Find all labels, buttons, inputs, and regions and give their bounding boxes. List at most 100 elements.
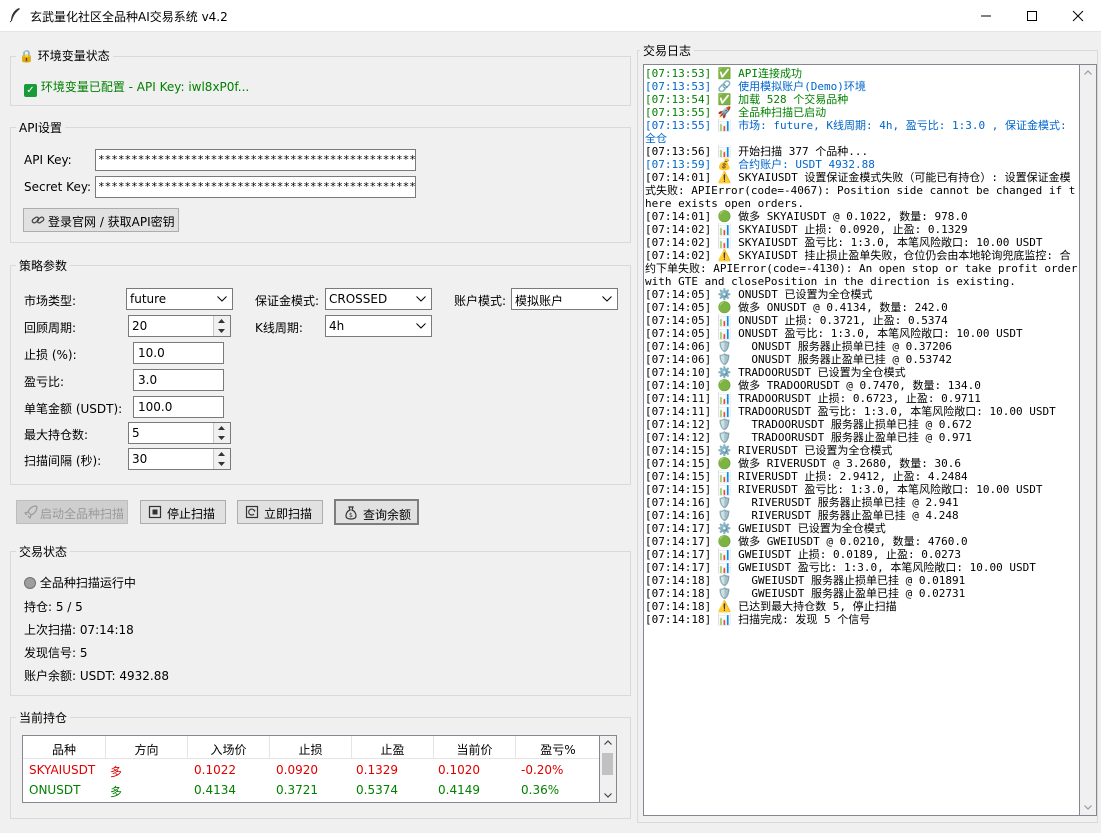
api-key-input[interactable]: ****************************************…: [95, 149, 416, 171]
column-header[interactable]: 当前价: [434, 736, 516, 759]
chevron-down-icon: [416, 323, 426, 329]
table-cell: 0.36%: [521, 783, 560, 797]
scroll-up-icon: [1084, 70, 1092, 75]
start-scan-button[interactable]: 启动全品种扫描: [16, 500, 128, 524]
scroll-down-icon: [604, 793, 612, 798]
log-line: [07:14:17] 📊 GWEIUSDT 止损: 0.0189, 止盈: 0.…: [645, 548, 961, 561]
log-line: [07:13:53] 🔗 使用模拟账户(Demo)环境: [645, 80, 866, 93]
log-line: [07:14:17] 🟢 做多 GWEIUSDT @ 0.0210, 数量: 4…: [645, 535, 968, 548]
max-positions-label: 最大持仓数:: [24, 428, 89, 442]
log-line: [07:14:16] 🛡️ RIVERUSDT 服务器止盈单已挂 @ 4.248: [645, 509, 959, 522]
column-header[interactable]: 止损: [270, 736, 352, 759]
margin-mode-label: 保证金模式:: [255, 294, 320, 308]
positions-scrollbar[interactable]: [600, 735, 617, 803]
svg-text:$: $: [349, 512, 353, 519]
login-site-button[interactable]: 登录官网 / 获取API密钥: [23, 208, 179, 232]
log-line: [07:14:02] 📊 SKYAIUSDT 止损: 0.0920, 止盈: 0…: [645, 223, 968, 236]
log-line: [07:14:05] 🟢 做多 ONUSDT @ 0.4134, 数量: 242…: [645, 301, 948, 314]
log-line: [07:14:11] 📊 TRADOORUSDT 止损: 0.6723, 止盈:…: [645, 392, 981, 405]
scan-now-button[interactable]: 立即扫描: [237, 500, 323, 524]
market-type-select[interactable]: future: [126, 288, 233, 310]
interval-label: 扫描间隔 (秒):: [24, 454, 102, 468]
spin-down-icon[interactable]: [213, 433, 230, 443]
log-scrollbar[interactable]: [1080, 64, 1097, 816]
log-line: [07:13:59] 💰 合约账户: USDT 4932.88: [645, 158, 875, 171]
interval-spinbox[interactable]: 30: [128, 448, 231, 470]
check-icon: ✓: [24, 84, 37, 97]
close-button[interactable]: [1055, 0, 1101, 31]
log-line: [07:14:17] ⚙️ GWEIUSDT 已设置为全仓模式: [645, 522, 886, 535]
column-header[interactable]: 方向: [106, 736, 188, 759]
scroll-down-icon: [1084, 805, 1092, 810]
log-line: [07:14:15] 📊 RIVERUSDT 止损: 2.9412, 止盈: 4…: [645, 470, 968, 483]
kline-select[interactable]: 4h: [325, 315, 432, 337]
window-title: 玄武量化社区全品种AI交易系统 v4.2: [30, 10, 228, 24]
chevron-down-icon: [416, 296, 426, 302]
log-line: [07:14:02] 📊 SKYAIUSDT 盈亏比: 1:3.0, 本笔风险敞…: [645, 236, 1043, 249]
margin-mode-select[interactable]: CROSSED: [325, 288, 432, 310]
positions-table[interactable]: 品种 方向 入场价 止损 止盈 当前价 盈亏% SKYAIUSDT 多 0.10…: [22, 735, 600, 803]
stop-scan-button[interactable]: 停止扫描: [140, 500, 226, 524]
query-balance-button[interactable]: $ 查询余额: [334, 499, 419, 525]
table-cell: 0.1329: [356, 763, 398, 777]
title-bar: 玄武量化社区全品种AI交易系统 v4.2: [0, 0, 1101, 32]
log-line: [07:14:12] 🛡️ TRADOORUSDT 服务器止盈单已挂 @ 0.9…: [645, 431, 972, 444]
log-line: [07:14:18] 📊 扫描完成: 发现 5 个信号: [645, 613, 871, 626]
spin-down-icon[interactable]: [213, 459, 230, 469]
rr-label: 盈亏比:: [24, 375, 65, 389]
table-cell: 0.3721: [276, 783, 318, 797]
log-line: [07:14:11] 📊 TRADOORUSDT 盈亏比: 1:3.0, 本笔风…: [645, 405, 1056, 418]
log-line: [07:14:02] ⚠️ SKYAIUSDT 挂止损止盈单失败，仓位仍会由本地…: [645, 249, 1078, 288]
table-cell: ONUSDT: [29, 783, 81, 797]
table-cell: 0.4149: [438, 783, 480, 797]
column-header[interactable]: 盈亏%: [516, 736, 599, 759]
positions-label: 当前持仓: [16, 709, 71, 726]
log-line: [07:14:15] ⚙️ RIVERUSDT 已设置为全仓模式: [645, 444, 893, 457]
api-key-label: API Key:: [24, 153, 72, 167]
stop-loss-input[interactable]: 10.0: [133, 342, 224, 364]
column-header[interactable]: 止盈: [352, 736, 434, 759]
stop-icon: [148, 505, 162, 519]
secret-key-input[interactable]: ****************************************…: [95, 176, 416, 198]
lookback-label: 回顾周期:: [24, 321, 77, 335]
table-row[interactable]: SKYAIUSDT 多 0.1022 0.0920 0.1329 0.1020 …: [23, 760, 599, 780]
column-header[interactable]: 品种: [23, 736, 106, 759]
trade-status-label: 交易状态: [16, 543, 71, 560]
log-line: [07:13:54] ✅ 加载 528 个交易品种: [645, 93, 849, 106]
spin-down-icon[interactable]: [213, 326, 230, 336]
table-row[interactable]: ONUSDT 多 0.4134 0.3721 0.5374 0.4149 0.3…: [23, 780, 599, 800]
api-settings-label: API设置: [16, 119, 65, 136]
log-line: [07:14:18] 🛡️ GWEIUSDT 服务器止盈单已挂 @ 0.0273…: [645, 587, 966, 600]
column-header[interactable]: 入场价: [188, 736, 270, 759]
table-cell: 0.1020: [438, 763, 480, 777]
last-scan-time: 上次扫描: 07:14:18: [24, 623, 134, 637]
account-balance: 账户余额: USDT: 4932.88: [24, 669, 169, 683]
rocket-icon: [23, 505, 38, 520]
trade-log-textbox[interactable]: [07:13:53] ✅ API连接成功 [07:13:53] 🔗 使用模拟账户(…: [643, 64, 1080, 816]
log-line: [07:14:18] 🛡️ GWEIUSDT 服务器止损单已挂 @ 0.0189…: [645, 574, 966, 587]
market-type-label: 市场类型:: [24, 294, 77, 308]
stop-loss-label: 止损 (%):: [24, 348, 77, 362]
feather-app-icon: [8, 7, 22, 23]
log-line: [07:14:15] 📊 RIVERUSDT 盈亏比: 1:3.0, 本笔风险敞…: [645, 483, 1043, 496]
amount-input[interactable]: 100.0: [133, 396, 224, 418]
minimize-button[interactable]: [963, 0, 1009, 31]
status-dot-icon: [24, 577, 36, 589]
rr-input[interactable]: 3.0: [133, 369, 224, 391]
max-positions-spinbox[interactable]: 5: [128, 422, 231, 444]
env-status-text: ✓ 环境变量已配置 - API Key: iwl8xP0f...: [24, 78, 249, 97]
log-line: [07:14:05] ⚙️ ONUSDT 已设置为全仓模式: [645, 288, 873, 301]
chevron-down-icon: [602, 296, 612, 302]
maximize-button[interactable]: [1009, 0, 1055, 31]
log-line: [07:14:15] 🟢 做多 RIVERUSDT @ 3.2680, 数量: …: [645, 457, 961, 470]
log-line: [07:14:01] 🟢 做多 SKYAIUSDT @ 0.1022, 数量: …: [645, 210, 968, 223]
table-cell: 0.4134: [194, 783, 236, 797]
lookback-spinbox[interactable]: 20: [128, 315, 231, 337]
chevron-down-icon: [217, 296, 227, 302]
log-line: [07:14:05] 📊 ONUSDT 止损: 0.3721, 止盈: 0.53…: [645, 314, 948, 327]
log-line: [07:14:18] ⚠️ 已达到最大持仓数 5, 停止扫描: [645, 600, 897, 613]
table-cell: 0.5374: [356, 783, 398, 797]
scroll-thumb[interactable]: [602, 753, 613, 775]
table-cell: 多: [110, 765, 123, 779]
account-mode-select[interactable]: 模拟账户: [511, 288, 618, 310]
